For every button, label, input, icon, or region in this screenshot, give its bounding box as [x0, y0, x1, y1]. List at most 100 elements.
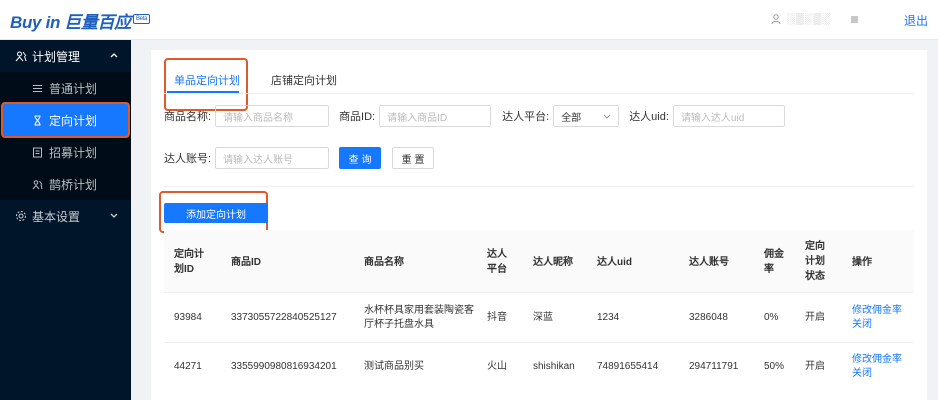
user-avatar [851, 15, 858, 23]
col-commission-line2: 率 [764, 264, 774, 275]
product-name-label: 商品名称: [164, 111, 212, 123]
cell-product-name: 水杯杯具家用套装陶瓷客 厅杯子托盘水具 [364, 304, 474, 332]
cell-nickname: shishikan [533, 361, 575, 372]
user-icon [771, 14, 781, 24]
col-actions: 操作 [852, 257, 872, 268]
plan-submenu: 普通计划 定向计划 招募计划 鹊桥计划 [0, 72, 131, 200]
platform-label: 达人平台: [502, 111, 550, 123]
uid-label: 达人uid: [629, 111, 669, 123]
col-status-line2: 计划 [805, 256, 825, 267]
tab-shop[interactable]: 店铺定向计划 [271, 72, 337, 88]
product-id-label: 商品ID: [339, 111, 376, 123]
reset-button[interactable]: 重 置 [392, 147, 435, 169]
filter-row-1: 商品名称: 请输入商品名称 商品ID: 请输入商品ID 达人平台: 全部 达人u… [164, 105, 785, 127]
tab-divider [164, 93, 914, 94]
sidebar-item-label: 招募计划 [49, 145, 98, 160]
table-row: 93984 3373055722840525127 水杯杯具家用套装陶瓷客 厅杯… [164, 293, 914, 343]
menu-group-basic-settings[interactable]: 基本设置 [0, 200, 131, 232]
sidebar: 计划管理 普通计划 定向计划 招募计划 鹊桥计划 基本设置 [0, 40, 131, 400]
sidebar-item-label: 普通计划 [49, 81, 98, 96]
logo-text: Buy in [10, 13, 61, 32]
cell-product-name-line2: 厅杯子托盘水具 [364, 319, 434, 330]
cell-product-id: 3355990980816934201 [231, 361, 337, 372]
highlight-box [1, 102, 130, 138]
close-plan-link[interactable]: 关闭 [852, 318, 872, 332]
chevron-up-icon [110, 53, 118, 58]
account-input[interactable]: 请输入达人账号 [215, 147, 330, 169]
close-plan-link[interactable]: 关闭 [852, 367, 872, 381]
main-content: 单品定向计划 店铺定向计划 商品名称: 请输入商品名称 商品ID: 请输入商品I… [151, 50, 927, 400]
edit-commission-link[interactable]: 修改佣金率 [852, 353, 902, 367]
query-button[interactable]: 查 询 [339, 147, 382, 169]
col-status: 定向 计划 状态 [805, 239, 825, 284]
cell-platform: 抖音 [487, 312, 507, 323]
menu-group-label: 计划管理 [32, 49, 81, 64]
sidebar-item-label: 鹊桥计划 [49, 177, 98, 192]
add-targeted-plan-button[interactable]: 添加定向计划 [164, 203, 268, 223]
col-product-name: 商品名称 [364, 257, 404, 268]
table-row: 44271 3355990980816934201 测试商品别买 火山 shis… [164, 343, 914, 393]
cell-commission: 50% [764, 361, 785, 372]
people-icon [15, 51, 27, 62]
filter-row-2: 达人账号: 请输入达人账号 查 询 重 置 [164, 147, 435, 169]
col-status-line3: 状态 [805, 271, 825, 282]
section-divider [164, 186, 914, 187]
edit-commission-link[interactable]: 修改佣金率 [852, 304, 902, 318]
cell-plan-id: 44271 [174, 361, 202, 372]
app-logo[interactable]: Buy in 巨量百应 Beta [10, 8, 151, 33]
cell-uid: 1234 [597, 312, 620, 323]
col-nickname: 达人昵称 [533, 257, 573, 268]
cell-account: 294711791 [689, 361, 739, 372]
col-status-line1: 定向 [805, 241, 825, 252]
col-platform-line1: 达人 [487, 249, 507, 260]
col-product-id: 商品ID [231, 257, 261, 268]
cell-product-name-line1: 水杯杯具家用套装陶瓷客 [364, 305, 474, 316]
user-info[interactable]: ░▒░▒░ [771, 13, 858, 25]
user-name: ░▒░▒░ [787, 13, 831, 25]
cell-platform: 火山 [487, 361, 507, 372]
account-label: 达人账号: [164, 153, 212, 165]
uid-input[interactable]: 请输入达人uid [672, 105, 785, 127]
beta-badge: Beta [132, 14, 151, 24]
col-plan-id-line2: 划ID [174, 264, 194, 275]
chevron-down-icon [110, 213, 118, 218]
cell-plan-id: 93984 [174, 312, 202, 323]
sidebar-item-targeted-plan[interactable]: 定向计划 [1, 102, 130, 138]
tab-single-product[interactable]: 单品定向计划 [174, 72, 240, 88]
sidebar-item-bridge-plan[interactable]: 鹊桥计划 [0, 168, 131, 200]
col-platform-line2: 平台 [487, 264, 507, 275]
cell-account: 3286048 [689, 312, 728, 323]
col-plan-id: 定向计 划ID [174, 247, 204, 277]
document-icon [33, 147, 42, 157]
logout-link[interactable]: 退出 [904, 12, 928, 29]
platform-select-value: 全部 [561, 112, 582, 124]
cell-commission: 0% [764, 312, 779, 323]
plan-tabs: 单品定向计划 店铺定向计划 [151, 50, 927, 111]
cell-status: 开启 [805, 361, 825, 372]
gear-icon [16, 211, 26, 221]
col-commission: 佣金 率 [764, 247, 784, 277]
col-account: 达人账号 [689, 257, 729, 268]
cell-product-id: 3373055722840525127 [231, 312, 337, 323]
col-plan-id-line1: 定向计 [174, 249, 204, 260]
sidebar-item-normal-plan[interactable]: 普通计划 [0, 72, 131, 104]
cell-product-name: 测试商品别买 [364, 361, 424, 372]
col-commission-line1: 佣金 [764, 249, 784, 260]
logo-brand: 巨量百应 [64, 13, 131, 32]
product-id-input[interactable]: 请输入商品ID [379, 105, 492, 127]
table-header: 定向计 划ID 商品ID 商品名称 达人 平台 达人昵称 达人uid 达人账号 … [164, 230, 914, 293]
cell-uid: 74891655414 [597, 361, 659, 372]
menu-group-plan-management[interactable]: 计划管理 [0, 40, 131, 72]
cell-status: 开启 [805, 312, 825, 323]
chevron-down-icon [603, 114, 611, 119]
list-icon [33, 84, 42, 92]
menu-group-label: 基本设置 [32, 209, 81, 224]
col-uid: 达人uid [597, 257, 632, 268]
top-header: Buy in 巨量百应 Beta ░▒░▒░ 退出 [0, 0, 938, 40]
platform-select[interactable]: 全部 [553, 105, 620, 127]
people-icon [32, 179, 43, 189]
col-platform: 达人 平台 [487, 247, 507, 277]
plans-table: 定向计 划ID 商品ID 商品名称 达人 平台 达人昵称 达人uid 达人账号 … [164, 230, 914, 393]
sidebar-item-recruit-plan[interactable]: 招募计划 [0, 136, 131, 168]
product-name-input[interactable]: 请输入商品名称 [215, 105, 330, 127]
